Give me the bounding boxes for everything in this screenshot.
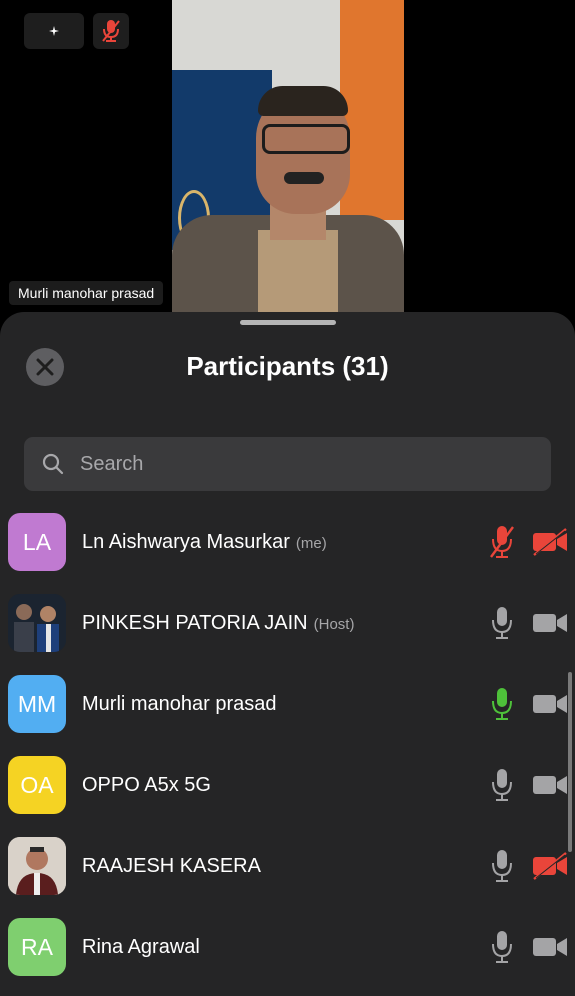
mic-icon[interactable]	[488, 605, 516, 641]
mute-button[interactable]	[93, 13, 129, 49]
camera-icon[interactable]	[532, 690, 568, 718]
mic-icon[interactable]	[488, 929, 516, 965]
avatar	[8, 594, 66, 652]
participant-name-cell: Rina Agrawal	[82, 907, 200, 988]
participant-name-cell: RAAJESH KASERA	[82, 826, 261, 907]
camera-icon[interactable]	[532, 771, 568, 799]
participant-row[interactable]: RAAJESH KASERA	[0, 826, 575, 907]
sparkle-icon	[49, 26, 59, 36]
reactions-button[interactable]	[24, 13, 84, 49]
participant-role-tag: (Host)	[313, 616, 355, 633]
avatar: RA	[8, 918, 66, 976]
search-icon	[42, 453, 64, 475]
camera-off-icon[interactable]	[532, 528, 568, 556]
participant-name: Murli manohar prasad	[82, 693, 277, 715]
sheet-title: Participants (31)	[186, 351, 389, 381]
camera-off-icon[interactable]	[532, 852, 568, 880]
avatar: OA	[8, 756, 66, 814]
camera-icon[interactable]	[532, 609, 568, 637]
participant-name: Ln Aishwarya Masurkar	[82, 531, 290, 553]
participants-list: LA Ln Aishwarya Masurkar (me) PINKESH PATOR…	[0, 502, 575, 988]
participant-name-cell: Ln Aishwarya Masurkar (me)	[82, 502, 327, 583]
mic-icon[interactable]	[488, 686, 516, 722]
video-tile[interactable]	[172, 0, 404, 312]
participant-row[interactable]: OA OPPO A5x 5G	[0, 745, 575, 826]
drag-handle[interactable]	[240, 320, 336, 325]
participant-name-cell: Murli manohar prasad	[82, 664, 277, 745]
participant-row[interactable]: MM Murli manohar prasad	[0, 664, 575, 745]
mic-icon[interactable]	[488, 848, 516, 884]
participant-name: OPPO A5x 5G	[82, 774, 211, 796]
mic-muted-icon	[102, 20, 120, 42]
avatar: MM	[8, 675, 66, 733]
mic-muted-icon[interactable]	[488, 524, 516, 560]
participant-name: Rina Agrawal	[82, 936, 200, 958]
participant-row[interactable]: LA Ln Aishwarya Masurkar (me)	[0, 502, 575, 583]
search-bar[interactable]	[24, 437, 551, 491]
camera-icon[interactable]	[532, 933, 568, 961]
mic-icon[interactable]	[488, 767, 516, 803]
video-name-label: Murli manohar prasad	[9, 281, 164, 305]
participant-name-cell: PINKESH PATORIA JAIN (Host)	[82, 583, 354, 664]
participant-row[interactable]: RA Rina Agrawal	[0, 907, 575, 988]
participants-sheet: Participants (31) LA Ln Aishwarya Masurka…	[0, 312, 575, 996]
search-input[interactable]	[78, 451, 502, 477]
participant-name: RAAJESH KASERA	[82, 855, 261, 877]
participant-name-cell: OPPO A5x 5G	[82, 745, 211, 826]
scrollbar[interactable]	[568, 672, 572, 852]
participant-role-tag: (me)	[295, 535, 327, 552]
participant-row[interactable]: PINKESH PATORIA JAIN (Host)	[0, 583, 575, 664]
avatar	[8, 837, 66, 895]
participant-name: PINKESH PATORIA JAIN	[82, 612, 308, 634]
avatar: LA	[8, 513, 66, 571]
